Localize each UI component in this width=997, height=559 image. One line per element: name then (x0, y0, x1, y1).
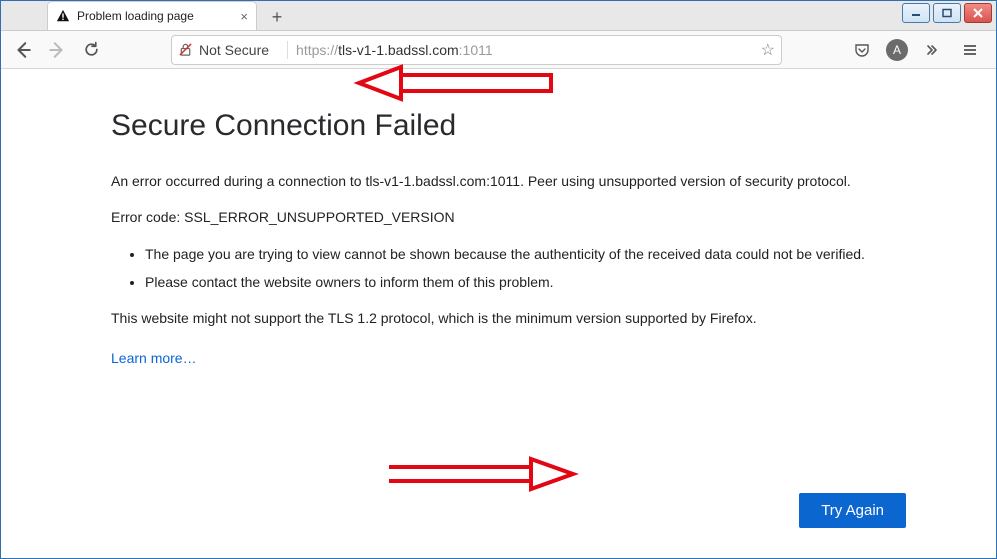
error-detail-item: The page you are trying to view cannot b… (145, 244, 911, 264)
window-caption-controls (902, 3, 992, 23)
back-arrow-icon (14, 41, 32, 59)
security-label: Not Secure (199, 42, 269, 58)
hamburger-icon (962, 42, 978, 58)
tab-problem-loading[interactable]: Problem loading page × (47, 1, 257, 30)
pocket-icon (854, 42, 870, 58)
chevron-double-right-icon (924, 42, 940, 58)
reload-button[interactable] (77, 36, 105, 64)
url-port: :1011 (459, 42, 493, 58)
hamburger-menu-button[interactable] (956, 36, 984, 64)
url-bar[interactable]: Not Secure https://tls-v1-1.badssl.com:1… (171, 35, 782, 65)
overflow-button[interactable] (918, 36, 946, 64)
learn-more-link[interactable]: Learn more… (111, 350, 197, 366)
arrow-right-icon (381, 454, 581, 494)
url-text: https://tls-v1-1.badssl.com:1011 (296, 42, 761, 58)
error-body: An error occurred during a connection to… (111, 171, 911, 366)
minimize-icon (910, 8, 922, 18)
lock-insecure-icon (178, 42, 193, 57)
tab-close-button[interactable]: × (240, 9, 248, 24)
tab-title: Problem loading page (77, 9, 194, 23)
warning-icon (56, 9, 70, 23)
forward-button[interactable] (43, 36, 71, 64)
profile-avatar-button[interactable]: A (886, 39, 908, 61)
toolbar: Not Secure https://tls-v1-1.badssl.com:1… (1, 31, 996, 69)
pocket-button[interactable] (848, 36, 876, 64)
annotation-arrow-title (351, 61, 561, 110)
divider (287, 41, 288, 59)
new-tab-button[interactable]: + (263, 4, 291, 30)
close-icon (972, 8, 984, 18)
error-page-content: Secure Connection Failed An error occurr… (1, 69, 996, 558)
maximize-icon (941, 8, 953, 18)
error-summary: An error occurred during a connection to… (111, 171, 911, 191)
minimize-button[interactable] (902, 3, 930, 23)
forward-arrow-icon (48, 41, 66, 59)
tab-strip: Problem loading page × + (1, 1, 996, 31)
browser-window: Problem loading page × + Not Secure http… (0, 0, 997, 559)
error-title: Secure Connection Failed (111, 109, 996, 143)
error-code: Error code: SSL_ERROR_UNSUPPORTED_VERSIO… (111, 207, 911, 227)
try-again-button[interactable]: Try Again (799, 493, 906, 528)
error-tls-note: This website might not support the TLS 1… (111, 308, 911, 328)
back-button[interactable] (9, 36, 37, 64)
error-detail-item: Please contact the website owners to inf… (145, 272, 911, 292)
maximize-button[interactable] (933, 3, 961, 23)
toolbar-right-icons: A (848, 36, 984, 64)
bookmark-star-button[interactable]: ☆ (761, 40, 775, 60)
url-host: tls-v1-1.badssl.com (338, 42, 459, 58)
annotation-arrow-button (381, 454, 581, 499)
error-details-list: The page you are trying to view cannot b… (145, 244, 911, 293)
reload-icon (83, 41, 100, 58)
close-window-button[interactable] (964, 3, 992, 23)
url-scheme: https:// (296, 42, 338, 58)
